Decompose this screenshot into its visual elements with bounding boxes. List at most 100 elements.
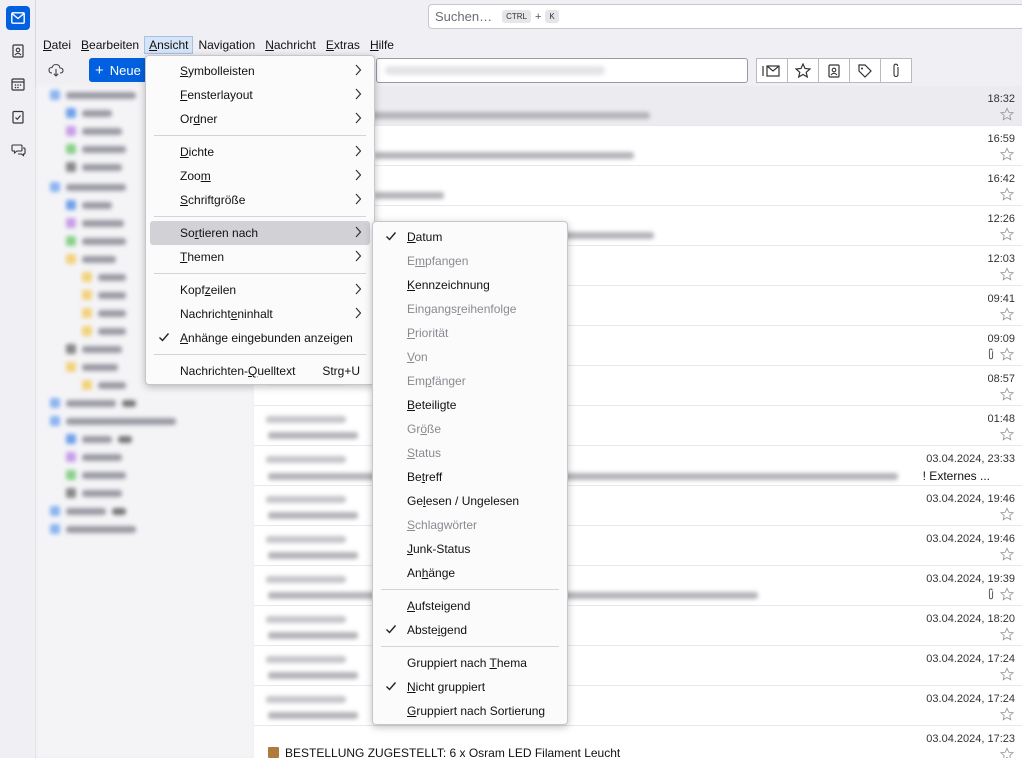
mail-space-button[interactable] (6, 6, 30, 30)
star-icon[interactable] (1000, 347, 1014, 361)
star-icon[interactable] (1000, 387, 1014, 401)
message-row[interactable]: 03.04.2024, 19:39 (254, 566, 1022, 606)
message-row[interactable]: 03.04.2024, 19:46 (254, 526, 1022, 566)
accesskey: S (407, 518, 416, 532)
label-pre: So (180, 226, 195, 240)
folder-label-blurred (98, 291, 126, 299)
address-book-space-button[interactable] (6, 39, 30, 63)
calendar-space-button[interactable] (6, 72, 30, 96)
view-menu-item-sortby[interactable]: Sortieren nach (150, 221, 370, 245)
star-icon[interactable] (1000, 547, 1014, 561)
menu-separator (154, 135, 366, 136)
global-search-input[interactable]: Suchen… CTRL + K (428, 4, 1022, 29)
accesskey: S (180, 193, 189, 207)
tasks-space-button[interactable] (6, 105, 30, 129)
label-pre: Be (407, 470, 422, 484)
sort-item-grouped-sort[interactable]: Gruppiert nach Sortierung (377, 699, 563, 723)
view-menu-item-zoom[interactable]: Zoom (150, 164, 370, 188)
star-icon[interactable] (1000, 227, 1014, 241)
view-menu-item-layout[interactable]: Fensterlayout (150, 83, 370, 107)
folder-label-blurred (98, 381, 126, 389)
filter-attachment-button[interactable] (880, 58, 912, 83)
subject-blurred (268, 672, 358, 679)
star-icon[interactable] (1000, 667, 1014, 681)
sort-item-junk[interactable]: Junk-Status (377, 537, 563, 561)
menu-navigation[interactable]: Navigation (193, 36, 260, 54)
label-pre: Or (180, 112, 194, 126)
label-post: ichte (188, 145, 215, 159)
account-icon (50, 182, 60, 192)
star-icon[interactable] (1000, 147, 1014, 161)
label-post: hemen (187, 250, 225, 264)
view-menu-item-source[interactable]: Nachrichten-Quelltext Strg+U (150, 359, 370, 383)
message-row[interactable]: 03.04.2024, 19:46 (254, 486, 1022, 526)
view-menu-item-body[interactable]: Nachrichteninhalt (150, 302, 370, 326)
filter-tags-button[interactable] (849, 58, 881, 83)
message-row[interactable]: 03.04.2024, 17:24 (254, 686, 1022, 726)
message-row[interactable]: 03.04.2024, 23:33 ! Externes ... (254, 446, 1022, 486)
sort-item-descending[interactable]: Absteigend (377, 618, 563, 642)
view-menu-item-attachments-inline[interactable]: Anhänge eingebunden anzeigen (150, 326, 370, 350)
folder-label-blurred (66, 525, 136, 533)
sort-item-ascending[interactable]: Aufsteigend (377, 594, 563, 618)
inbox-icon (66, 200, 76, 210)
filter-contact-button[interactable] (818, 58, 850, 83)
trash-icon (66, 162, 76, 172)
new-message-button[interactable]: + Neue (89, 58, 147, 82)
sort-item-attachments[interactable]: Anhänge (377, 561, 563, 585)
menu-message[interactable]: Nachricht (260, 36, 321, 54)
sort-item-read[interactable]: Gelesen / Ungelesen (377, 489, 563, 513)
chevron-right-icon (355, 112, 362, 124)
accesskey: B (81, 38, 90, 52)
chevron-right-icon (355, 145, 362, 157)
label-post: unk-Status (413, 542, 471, 556)
sort-item-date[interactable]: Datum (377, 225, 563, 249)
paperclip-icon (893, 63, 899, 78)
folder-icon (82, 380, 92, 390)
menu-view[interactable]: Ansicht (144, 36, 194, 54)
star-icon[interactable] (1000, 187, 1014, 201)
sort-item-flag[interactable]: Kennzeichnung (377, 273, 563, 297)
star-icon[interactable] (1000, 307, 1014, 321)
star-icon[interactable] (1000, 627, 1014, 641)
account-icon (50, 506, 60, 516)
chat-space-button[interactable] (6, 138, 30, 162)
filter-unread-button[interactable] (756, 58, 788, 83)
address-book-icon (12, 44, 24, 58)
menu-file[interactable]: Datei (38, 36, 76, 54)
star-icon[interactable] (1000, 427, 1014, 441)
sort-item-not-grouped[interactable]: Nicht gruppiert (377, 675, 563, 699)
label-post: esen / Ungelesen (425, 494, 520, 508)
menu-edit[interactable]: Bearbeiten (76, 36, 144, 54)
star-icon[interactable] (1000, 267, 1014, 281)
sort-item-grouped-thread[interactable]: Gruppiert nach Thema (377, 651, 563, 675)
view-menu-item-toolbars[interactable]: Symbolleisten (150, 59, 370, 83)
star-icon[interactable] (1000, 707, 1014, 721)
menu-help[interactable]: Hilfe (365, 36, 399, 54)
label-post: gend (440, 623, 468, 637)
folder-label-blurred (82, 453, 122, 461)
label-post: ner (200, 112, 218, 126)
filter-starred-button[interactable] (787, 58, 819, 83)
menu-tools[interactable]: Extras (321, 36, 365, 54)
view-menu-item-folders[interactable]: Ordner (150, 107, 370, 131)
chevron-right-icon (355, 193, 362, 205)
star-icon[interactable] (1000, 107, 1014, 121)
subject-blurred (374, 192, 444, 199)
star-icon[interactable] (1000, 747, 1014, 758)
star-icon[interactable] (1000, 587, 1014, 601)
menu-help-label: ilfe (378, 38, 394, 52)
view-menu: Symbolleisten Fensterlayout Ordner Dicht… (145, 55, 375, 385)
message-row[interactable]: 01:48 (254, 406, 1022, 446)
view-menu-item-density[interactable]: Dichte (150, 140, 370, 164)
star-icon[interactable] (1000, 507, 1014, 521)
view-menu-item-threads[interactable]: Themen (150, 245, 370, 269)
sort-item-correspondents[interactable]: Beteiligte (377, 393, 563, 417)
view-menu-item-headers[interactable]: Kopfzeilen (150, 278, 370, 302)
get-messages-button[interactable] (48, 62, 66, 80)
message-row[interactable]: 03.04.2024, 18:20 (254, 606, 1022, 646)
view-menu-item-fontsize[interactable]: Schriftgröße (150, 188, 370, 212)
sort-item-subject[interactable]: Betreff (377, 465, 563, 489)
message-row[interactable]: 03.04.2024, 17:24 (254, 646, 1022, 686)
quick-filter-input[interactable] (376, 58, 748, 83)
